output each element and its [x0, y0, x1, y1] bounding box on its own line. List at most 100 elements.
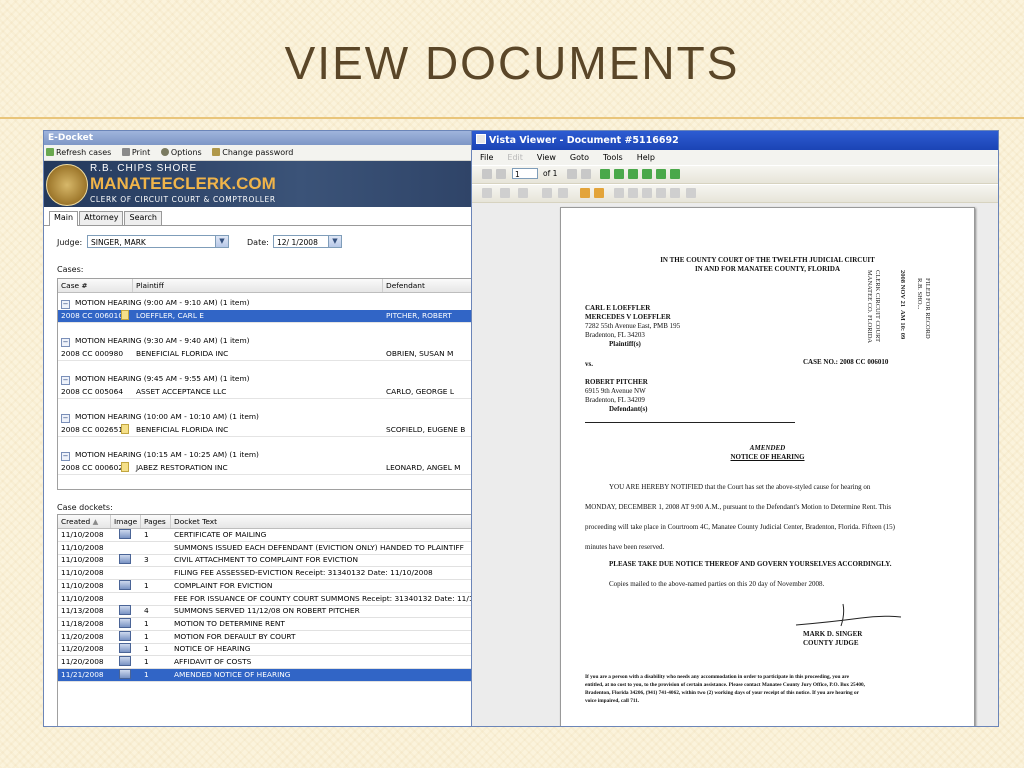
case-row[interactable]: 2008 CC 005064 ASSET ACCEPTANCE LLC CARL…	[58, 386, 472, 398]
document-page: IN THE COUNTY COURT OF THE TWELFTH JUDIC…	[560, 207, 975, 726]
collapse-icon[interactable]: −	[61, 300, 70, 309]
document-viewport[interactable]: IN THE COUNTY COURT OF THE TWELFTH JUDIC…	[472, 203, 998, 726]
col-docket-text[interactable]: Docket Text	[171, 515, 472, 528]
docket-row[interactable]: 11/20/2008 1 AFFIDAVIT OF COSTS	[58, 656, 472, 669]
first-page-icon[interactable]	[482, 169, 492, 179]
edocket-toolbar: Refresh cases Print Options Change passw…	[44, 145, 472, 161]
options-button[interactable]: Options	[160, 148, 202, 157]
collapse-icon[interactable]: −	[61, 338, 70, 347]
docket-row[interactable]: 11/10/2008 1 COMPLAINT FOR EVICTION	[58, 579, 472, 593]
zoom-out-icon[interactable]	[614, 169, 624, 179]
note-icon[interactable]	[628, 188, 638, 198]
docket-row[interactable]: 11/20/2008 1 MOTION FOR DEFAULT BY COURT	[58, 630, 472, 644]
delete-icon[interactable]	[558, 188, 568, 198]
date-picker[interactable]: 12/ 1/2008 ▼	[273, 235, 342, 248]
docket-row[interactable]: 11/10/2008 FILING FEE ASSESSED-EVICTION …	[58, 567, 472, 581]
lock-icon[interactable]	[656, 188, 666, 198]
menu-help[interactable]: Help	[637, 153, 655, 162]
judge-select[interactable]: SINGER, MARK ▼	[87, 235, 229, 248]
refresh-cases-button[interactable]: Refresh cases	[46, 148, 111, 157]
document-image-icon[interactable]	[119, 617, 131, 628]
fit-width-icon[interactable]	[670, 169, 680, 179]
case-group-header[interactable]: − MOTION HEARING (9:00 AM - 9:10 AM) (1 i…	[58, 297, 472, 309]
tab-main[interactable]: Main	[49, 211, 79, 226]
docket-row[interactable]: 11/18/2008 1 MOTION TO DETERMINE RENT	[58, 617, 472, 631]
menu-edit[interactable]: Edit	[507, 153, 523, 162]
cut-icon[interactable]	[542, 188, 552, 198]
highlight-icon[interactable]	[594, 188, 604, 198]
collapse-icon[interactable]: −	[61, 376, 70, 385]
paste-icon[interactable]	[518, 188, 528, 198]
court-heading-2: IN AND FOR MANATEE COUNTY, FLORIDA	[694, 265, 841, 273]
document-image-icon[interactable]	[119, 529, 131, 539]
document-image-icon[interactable]	[119, 579, 131, 590]
case-group-header[interactable]: − MOTION HEARING (9:45 AM - 9:55 AM) (1 i…	[58, 373, 472, 385]
collapse-icon[interactable]: −	[61, 414, 70, 423]
case-group-header[interactable]: − MOTION HEARING (10:00 AM - 10:10 AM) (1…	[58, 411, 472, 423]
col-pages[interactable]: Pages	[141, 515, 171, 528]
rotate-right-icon[interactable]	[642, 169, 652, 179]
print-button[interactable]: Print	[121, 148, 150, 157]
document-image-icon[interactable]	[119, 643, 131, 654]
slide-title: VIEW DOCUMENTS	[284, 37, 740, 89]
menu-tools[interactable]: Tools	[603, 153, 623, 162]
docket-pages: 1	[144, 631, 149, 641]
col-created[interactable]: Created ▲	[58, 515, 111, 528]
docket-row[interactable]: 11/13/2008 4 SUMMONS SERVED 11/12/08 ON …	[58, 605, 472, 619]
col-image[interactable]: Image	[111, 515, 141, 528]
menu-goto[interactable]: Goto	[570, 153, 589, 162]
annotate-icon[interactable]	[580, 188, 590, 198]
document-image-icon[interactable]	[119, 668, 131, 679]
col-defendant[interactable]: Defendant	[383, 279, 472, 292]
tab-attorney[interactable]: Attorney	[79, 211, 124, 225]
print-page-icon[interactable]	[670, 188, 680, 198]
amended-label: AMENDED	[749, 444, 786, 452]
document-image-icon[interactable]	[119, 656, 131, 666]
case-group-header[interactable]: − MOTION HEARING (10:15 AM - 10:25 AM) (1…	[58, 449, 472, 461]
docket-row[interactable]: 11/10/2008 1 CERTIFICATE OF MAILING	[58, 529, 472, 542]
menu-view[interactable]: View	[537, 153, 556, 162]
prev-page-icon[interactable]	[496, 169, 506, 179]
case-plaintiff: BENEFICIAL FLORIDA INC	[136, 425, 229, 434]
docket-row[interactable]: 11/10/2008 FEE FOR ISSUANCE OF COUNTY CO…	[58, 593, 472, 606]
menu-file[interactable]: File	[480, 153, 493, 162]
scissors-icon[interactable]	[686, 188, 696, 198]
fit-page-icon[interactable]	[656, 169, 666, 179]
docket-row[interactable]: 11/20/2008 1 NOTICE OF HEARING	[58, 643, 472, 657]
docket-created: 11/20/2008	[61, 644, 104, 654]
docket-created: 11/13/2008	[61, 606, 104, 616]
document-image-icon[interactable]	[119, 630, 131, 641]
vista-titlebar: Vista Viewer - Document #5116692	[472, 131, 998, 150]
col-plaintiff[interactable]: Plaintiff	[133, 279, 383, 292]
case-row[interactable]: 2008 CC 000980 BENEFICIAL FLORIDA INC OB…	[58, 348, 472, 360]
case-group-header[interactable]: − MOTION HEARING (9:30 AM - 9:40 AM) (1 i…	[58, 335, 472, 347]
rotate-left-icon[interactable]	[628, 169, 638, 179]
clerk-banner: R.B. CHIPS SHORE MANATEECLERK.COM CLERK …	[44, 161, 472, 207]
last-page-icon[interactable]	[581, 169, 591, 179]
case-row[interactable]: 2008 CC 002651 BENEFICIAL FLORIDA INC SC…	[58, 424, 472, 436]
case-row[interactable]: 2008 CC 000602 JABEZ RESTORATION INC LEO…	[58, 462, 472, 474]
open-icon[interactable]	[482, 188, 492, 198]
next-page-icon[interactable]	[567, 169, 577, 179]
collapse-icon[interactable]: −	[61, 452, 70, 461]
chevron-down-icon[interactable]: ▼	[328, 236, 341, 247]
document-image-icon[interactable]	[119, 554, 131, 565]
stamp-icon[interactable]	[614, 188, 624, 198]
docket-row[interactable]: 11/10/2008 3 CIVIL ATTACHMENT TO COMPLAI…	[58, 554, 472, 568]
judge-signature	[795, 603, 902, 627]
tab-search[interactable]: Search	[124, 211, 162, 225]
case-row[interactable]: 2008 CC 006010 LOEFFLER, CARL E PITCHER,…	[58, 310, 472, 322]
chevron-down-icon[interactable]: ▼	[215, 236, 228, 247]
copy-icon[interactable]	[500, 188, 510, 198]
col-case-number[interactable]: Case #	[58, 279, 133, 292]
case-number: 2008 CC 006010	[61, 311, 124, 320]
docket-row[interactable]: 11/21/2008 1 AMENDED NOTICE OF HEARING	[58, 668, 472, 682]
filed-stamp: FILED FOR RECORD R.B. SHO...	[916, 278, 931, 339]
change-password-button[interactable]: Change password	[212, 148, 293, 157]
page-number-input[interactable]: 1	[512, 168, 538, 179]
docket-row[interactable]: 11/10/2008 SUMMONS ISSUED EACH DEFENDANT…	[58, 542, 472, 555]
zoom-in-icon[interactable]	[600, 169, 610, 179]
redact-icon[interactable]	[642, 188, 652, 198]
document-image-icon[interactable]	[119, 605, 131, 616]
docket-created: 11/10/2008	[61, 530, 104, 539]
